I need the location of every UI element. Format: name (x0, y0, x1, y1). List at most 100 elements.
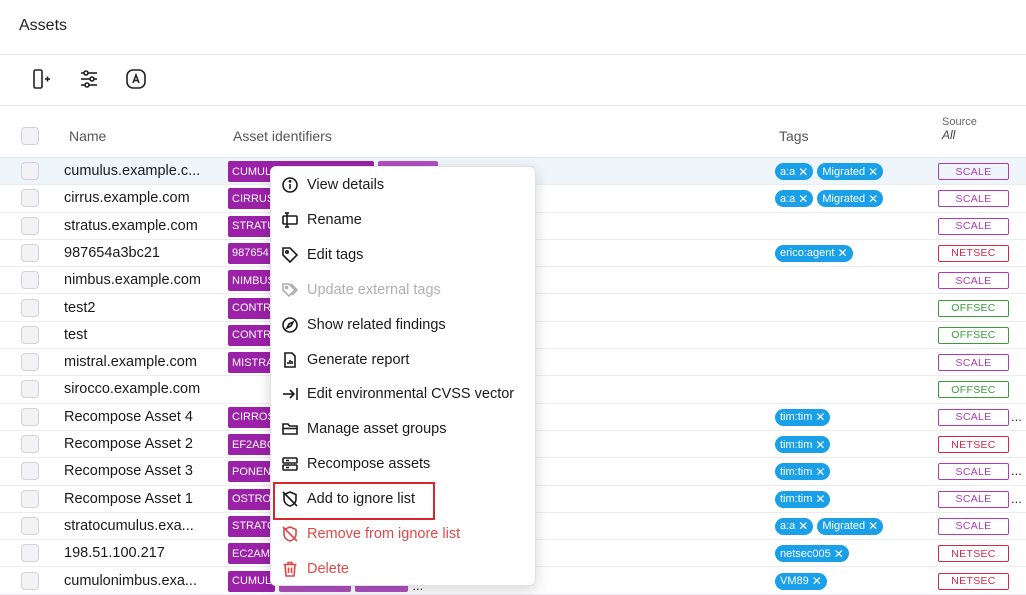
row-checkbox[interactable] (21, 216, 39, 235)
row-checkbox[interactable] (21, 435, 39, 453)
asset-name[interactable]: 198.51.100.217 (64, 545, 165, 561)
menu-item-label: Update external tags (307, 281, 441, 298)
asset-name[interactable]: Recompose Asset 2 (64, 436, 193, 452)
remove-tag-icon[interactable]: ✕ (798, 165, 808, 179)
row-checkbox[interactable] (21, 243, 39, 262)
menu-item-remove-from-ignore-list[interactable]: Remove from ignore list (271, 517, 537, 551)
menu-item-label: Delete (307, 560, 349, 577)
row-checkbox[interactable] (21, 325, 39, 344)
column-tags[interactable]: Tags (779, 128, 809, 144)
asset-name[interactable]: sirocco.example.com (64, 381, 200, 397)
row-checkbox[interactable] (21, 489, 39, 508)
row-checkbox[interactable] (21, 189, 39, 208)
source-overflow[interactable]: ... (1011, 463, 1022, 478)
tag-pill: netsec005 ✕ (775, 545, 849, 563)
source-badge: SCALE (938, 517, 1009, 535)
tag-label: erico:agent (780, 247, 835, 260)
asset-name[interactable]: stratocumulus.exa... (64, 518, 194, 534)
asset-tags: VM89 ✕ (775, 572, 827, 590)
source-overflow[interactable]: ... (1011, 409, 1022, 424)
menu-item-rename[interactable]: Rename (271, 203, 537, 237)
menu-item-label: Edit tags (307, 246, 364, 263)
source-badge: SCALE (938, 490, 1009, 508)
filter-button[interactable] (76, 68, 102, 94)
source-badge: SCALE (938, 217, 1009, 235)
tag-pill: VM89 ✕ (775, 572, 827, 590)
asset-tags: erico:agent ✕ (775, 244, 853, 262)
remove-tag-icon[interactable]: ✕ (815, 438, 825, 452)
tag-label: netsec005 (780, 547, 831, 560)
menu-item-manage-asset-groups[interactable]: Manage asset groups (271, 412, 537, 446)
trash-icon (281, 560, 299, 578)
row-checkbox[interactable] (21, 380, 39, 399)
row-checkbox[interactable] (21, 162, 39, 180)
source-badge: OFFSEC (938, 299, 1009, 317)
tag-pill: a:a ✕ (775, 190, 814, 208)
menu-item-generate-report[interactable]: Generate report (271, 343, 537, 377)
asset-name[interactable]: cumulonimbus.exa... (64, 573, 197, 589)
column-name[interactable]: Name (69, 128, 106, 144)
asset-identifiers: CONTR (228, 324, 276, 346)
asset-name[interactable]: test (64, 327, 87, 343)
asset-name[interactable]: cumulus.example.c... (64, 163, 200, 179)
tag-pill: erico:agent ✕ (775, 244, 853, 262)
menu-item-label: Recompose assets (307, 456, 431, 473)
asset-name[interactable]: cirrus.example.com (64, 190, 190, 206)
remove-tag-icon[interactable]: ✕ (815, 492, 825, 506)
row-checkbox[interactable] (21, 544, 39, 563)
asset-name[interactable]: nimbus.example.com (64, 272, 201, 288)
remove-tag-icon[interactable]: ✕ (868, 192, 878, 206)
row-checkbox[interactable] (21, 271, 39, 290)
add-column-button[interactable] (27, 68, 53, 94)
tag-pill: tim:tim ✕ (775, 490, 831, 508)
menu-item-recompose-assets[interactable]: Recompose assets (271, 447, 537, 481)
row-checkbox[interactable] (21, 407, 39, 426)
menu-item-show-related-findings[interactable]: Show related findings (271, 308, 537, 342)
row-checkbox[interactable] (21, 462, 39, 481)
asset-name[interactable]: test2 (64, 300, 95, 316)
menu-item-view-details[interactable]: View details (271, 168, 537, 202)
row-checkbox[interactable] (21, 571, 39, 590)
column-identifiers[interactable]: Asset identifiers (233, 128, 332, 144)
remove-tag-icon[interactable]: ✕ (868, 165, 878, 179)
asset-a-icon (124, 67, 148, 96)
tag-label: Migrated (822, 192, 866, 205)
remove-tag-icon[interactable]: ✕ (798, 192, 808, 206)
identifier-chip: PONEN (228, 461, 276, 483)
remove-tag-icon[interactable]: ✕ (798, 519, 808, 533)
menu-item-label: Manage asset groups (307, 421, 447, 438)
asset-name[interactable]: mistral.example.com (64, 354, 197, 370)
remove-tag-icon[interactable]: ✕ (837, 246, 847, 260)
add-column-icon (29, 68, 51, 95)
remove-tag-icon[interactable]: ✕ (815, 465, 825, 479)
remove-tag-icon[interactable]: ✕ (834, 547, 844, 561)
source-filter[interactable]: All (942, 128, 955, 142)
asset-name[interactable]: Recompose Asset 4 (64, 409, 193, 425)
menu-item-add-to-ignore-list[interactable]: Add to ignore list (271, 482, 537, 521)
asset-name[interactable]: stratus.example.com (64, 218, 198, 234)
remove-tag-icon[interactable]: ✕ (815, 410, 825, 424)
menu-item-edit-environmental-cvss-vector[interactable]: Edit environmental CVSS vector (271, 377, 537, 411)
remove-tag-icon[interactable]: ✕ (868, 519, 878, 533)
page-title: Assets (19, 17, 68, 34)
asset-name[interactable]: Recompose Asset 3 (64, 463, 193, 479)
tags-icon (281, 281, 299, 299)
tag-pill: Migrated ✕ (817, 190, 884, 208)
row-checkbox[interactable] (21, 516, 39, 535)
remove-tag-icon[interactable]: ✕ (812, 574, 822, 588)
identifier-chip: EC2AM (228, 543, 274, 565)
menu-item-edit-tags[interactable]: Edit tags (271, 238, 537, 272)
menu-item-label: Remove from ignore list (307, 526, 461, 542)
source-badge: SCALE (938, 272, 1009, 290)
row-checkbox[interactable] (21, 353, 39, 372)
asset-name[interactable]: Recompose Asset 1 (64, 491, 193, 507)
menu-item-delete[interactable]: Delete (271, 552, 537, 586)
asset-tags: a:a ✕ Migrated ✕ (775, 517, 884, 535)
asset-tags: netsec005 ✕ (775, 545, 849, 563)
column-source[interactable]: Source (942, 116, 977, 128)
asset-button[interactable] (123, 68, 149, 94)
asset-name[interactable]: 987654a3bc21 (64, 245, 160, 261)
row-checkbox[interactable] (21, 298, 39, 317)
select-all-checkbox[interactable] (21, 127, 39, 145)
source-overflow[interactable]: ... (1011, 491, 1022, 506)
